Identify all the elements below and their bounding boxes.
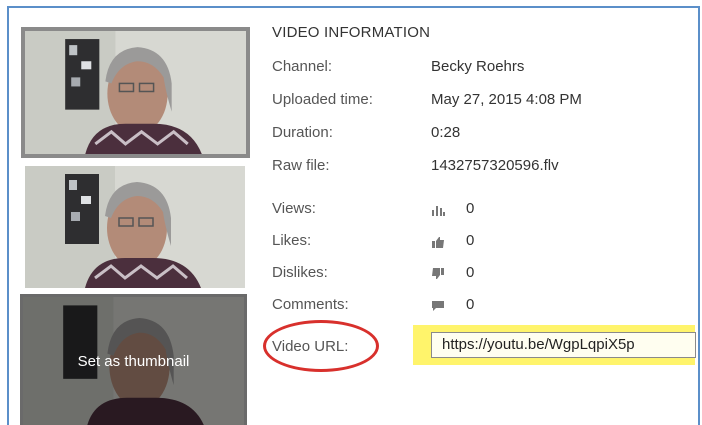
thumbs-down-icon xyxy=(432,268,444,279)
comments-count: 0 xyxy=(466,296,475,313)
uploaded-time-value: May 27, 2015 4:08 PM xyxy=(431,91,582,108)
thumbnail-2[interactable] xyxy=(25,166,245,288)
thumbnail-image xyxy=(25,31,246,154)
annotation-circle xyxy=(263,320,379,372)
dislikes-count: 0 xyxy=(466,264,475,281)
thumbnail-1-selected[interactable] xyxy=(21,27,250,158)
dislikes-label: Dislikes: xyxy=(272,264,328,281)
channel-value: Becky Roehrs xyxy=(431,58,525,75)
uploaded-time-label: Uploaded time: xyxy=(272,91,373,108)
thumbnail-image xyxy=(25,166,245,288)
section-title: VIDEO INFORMATION xyxy=(272,24,431,41)
comments-label: Comments: xyxy=(272,296,349,313)
comment-icon xyxy=(432,301,444,311)
views-count: 0 xyxy=(466,200,475,217)
duration-value: 0:28 xyxy=(431,124,461,141)
video-url-field[interactable]: https://youtu.be/WgpLqpiX5p xyxy=(431,332,696,358)
channel-label: Channel: xyxy=(272,58,333,75)
duration-label: Duration: xyxy=(272,124,333,141)
likes-label: Likes: xyxy=(272,232,312,249)
raw-file-value: 1432757320596.flv xyxy=(431,157,559,174)
likes-count: 0 xyxy=(466,232,475,249)
views-label: Views: xyxy=(272,200,316,217)
raw-file-label: Raw file: xyxy=(272,157,330,174)
thumbnail-3-hover[interactable]: Set as thumbnail xyxy=(20,294,247,425)
bar-chart-icon xyxy=(432,206,445,216)
thumbs-up-icon xyxy=(432,237,444,248)
set-as-thumbnail-button[interactable]: Set as thumbnail xyxy=(23,353,244,370)
